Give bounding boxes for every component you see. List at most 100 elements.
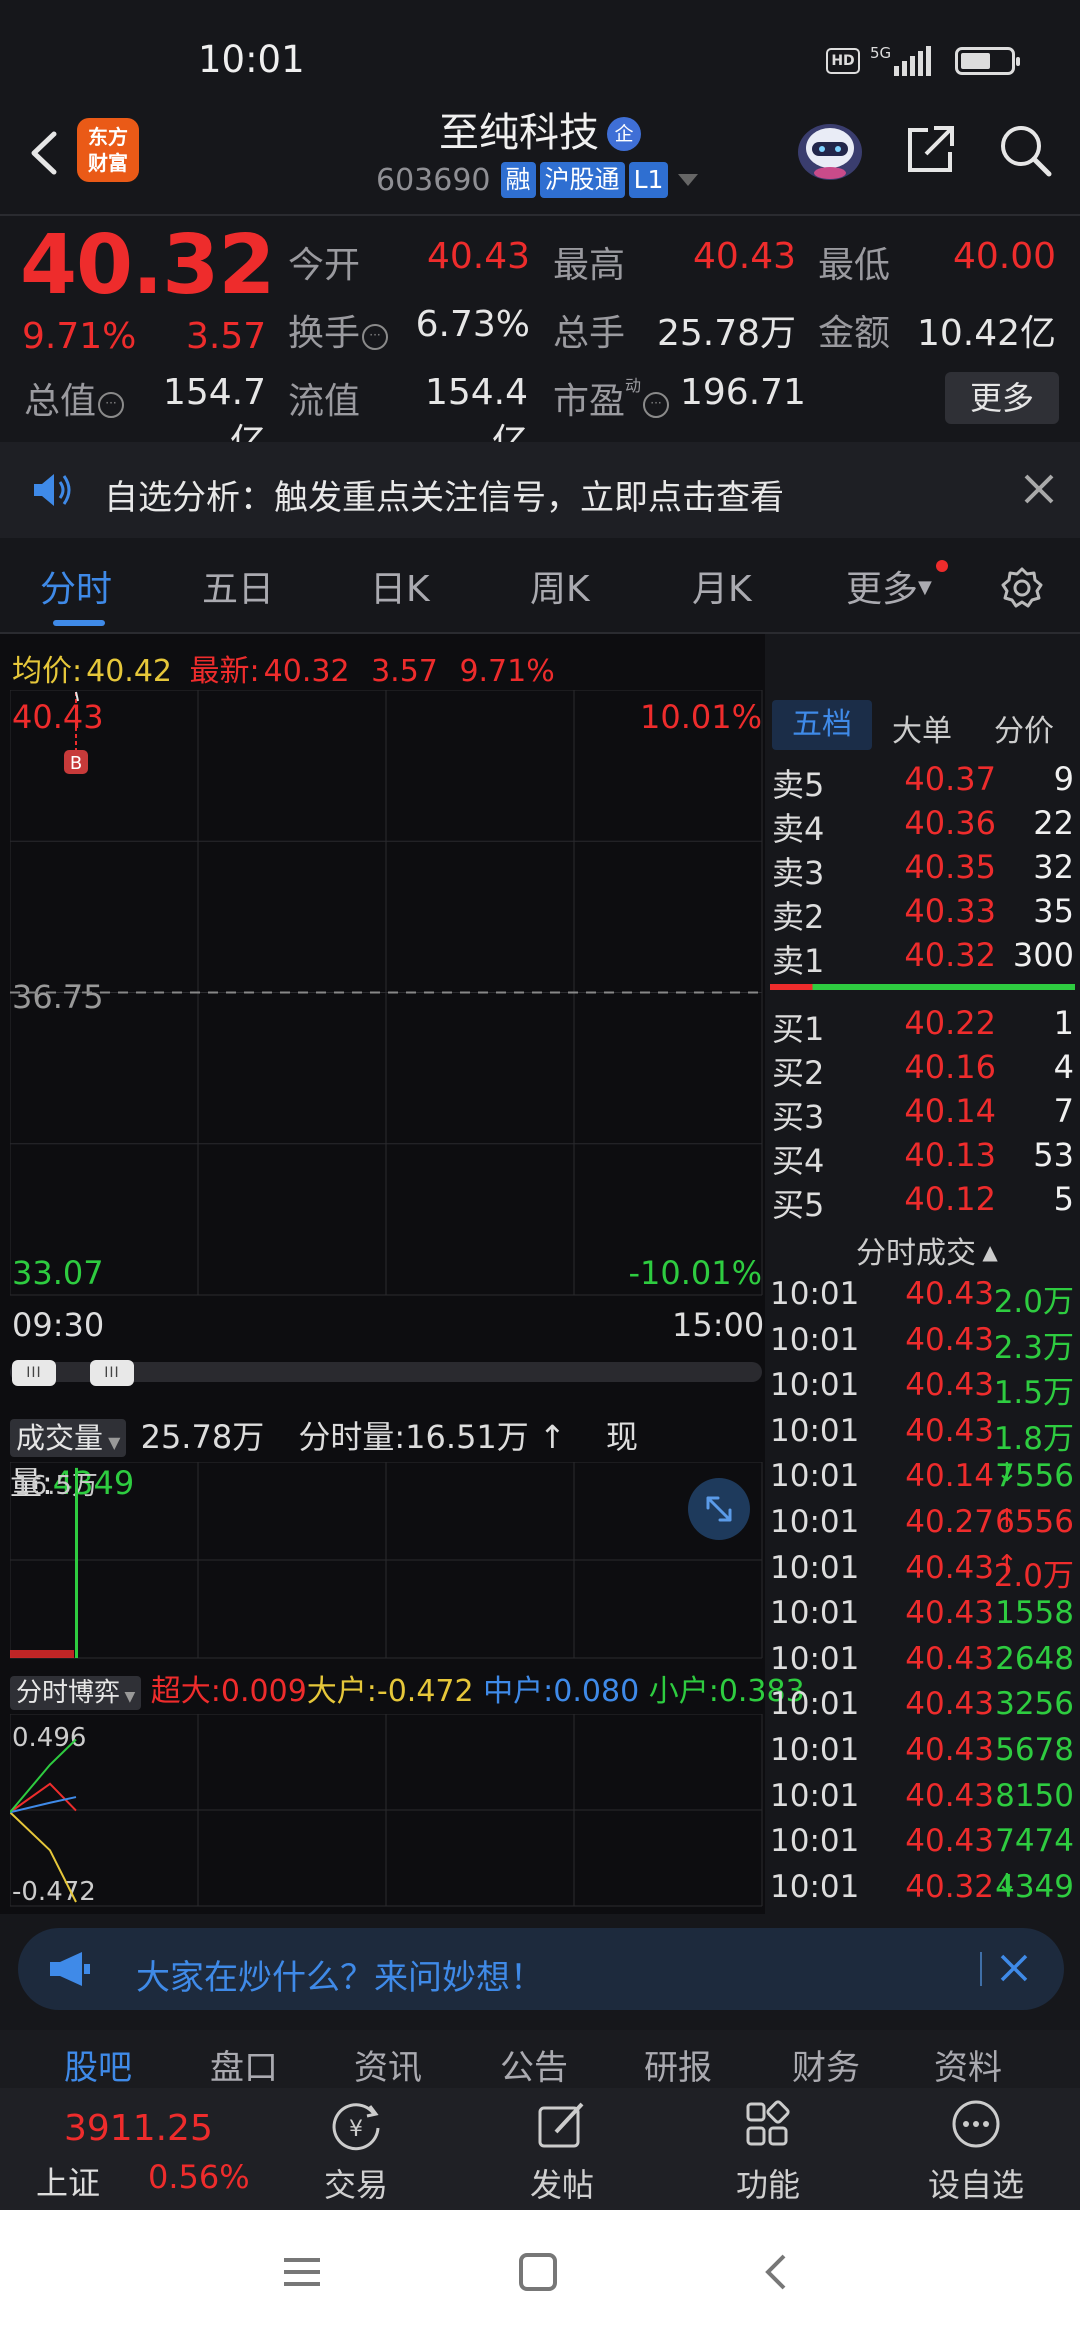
tab-weekly-k[interactable]: 周K	[530, 560, 590, 612]
ask-row[interactable]: 卖2 40.33 35	[772, 892, 1074, 936]
pe-superscript: 动	[625, 376, 642, 395]
tick-time: 10:01	[770, 1686, 860, 1723]
bid-row[interactable]: 买1 40.22 1	[772, 1004, 1074, 1048]
back-arrow-icon[interactable]	[20, 118, 70, 188]
index-name[interactable]: 上证	[36, 2158, 100, 2204]
close-icon[interactable]	[1018, 468, 1060, 510]
slider-handle-right[interactable]: III	[90, 1360, 134, 1386]
orderbook-tab-big-orders[interactable]: 大单	[892, 706, 952, 750]
tab-intraday[interactable]: 分时	[40, 560, 112, 612]
chevron-down-icon[interactable]	[678, 174, 699, 186]
tab-monthly-k[interactable]: 月K	[692, 560, 752, 612]
ask-row[interactable]: 卖1 40.32 300	[772, 936, 1074, 980]
robot-assistant-icon[interactable]	[795, 118, 865, 182]
tab-more[interactable]: 更多▼	[846, 560, 932, 612]
expand-icon[interactable]	[688, 1478, 750, 1540]
low-value: 40.00	[952, 236, 1056, 277]
tick-price: 40.43	[905, 1595, 994, 1632]
nav-post-label: 发帖	[529, 2166, 594, 2204]
volume-label: 总手	[553, 313, 626, 354]
tick-price: 40.43	[905, 1686, 994, 1723]
sub-tab-announcements[interactable]: 公告	[500, 2040, 568, 2084]
bid-row[interactable]: 买2 40.16 4	[772, 1048, 1074, 1092]
sub-tab-news[interactable]: 资讯	[354, 2040, 422, 2084]
y-tick-right-bottom: -10.01%	[628, 1254, 762, 1292]
info-icon[interactable]: ···	[362, 324, 389, 350]
tick-row: 10:01 40.14 ↓ 7556	[770, 1458, 1074, 1502]
index-change-percent[interactable]: 0.56%	[148, 2158, 250, 2196]
sub-tab-finance[interactable]: 财务	[792, 2040, 860, 2084]
tab-five-day[interactable]: 五日	[202, 560, 274, 612]
flow-indicator-dropdown[interactable]: 分时博弈 ▼	[10, 1676, 142, 1710]
ask-level-label: 卖3	[772, 854, 825, 892]
stock-code-row[interactable]: 603690 融 沪股通 L1	[376, 160, 699, 200]
brand-logo[interactable]: 东方 财富	[77, 118, 139, 182]
search-icon[interactable]	[995, 120, 1055, 180]
latest-value: 40.32	[263, 654, 350, 689]
pe-label[interactable]: 市盈动···	[553, 372, 670, 424]
volume-value: 25.78万	[656, 313, 796, 354]
info-icon[interactable]: ···	[98, 392, 125, 418]
tick-row: 10:01 40.43 8150	[770, 1778, 1074, 1822]
capital-flow-chart[interactable]: 0.496 -0.472	[10, 1714, 765, 1910]
home-icon[interactable]	[516, 2250, 560, 2294]
price-chart[interactable]: 40.43 36.75 33.07 10.01% -10.01% B	[10, 690, 765, 1300]
last-price: 40.32	[20, 218, 275, 313]
enterprise-badge: 企	[607, 117, 641, 151]
volume-indicator-dropdown[interactable]: 成交量 ▼	[10, 1419, 127, 1457]
nav-trade[interactable]: ¥ 交易	[296, 2098, 416, 2206]
orderbook-tab-five-levels[interactable]: 五档	[772, 700, 872, 750]
orderbook-tab-price-dist[interactable]: 分价	[994, 706, 1054, 750]
speaker-icon	[34, 474, 71, 506]
market-cap-label[interactable]: 总值 ···	[24, 372, 125, 424]
sub-tab-profile[interactable]: 资料	[934, 2040, 1002, 2084]
capital-flow-header: 分时博弈 ▼ 超大:0.009大户:-0.472 中户:0.080 小户:0.3…	[10, 1666, 805, 1710]
tab-active-indicator	[53, 620, 105, 626]
slider-handle-left[interactable]: III	[12, 1360, 56, 1386]
bid-price: 40.12	[904, 1180, 996, 1218]
tab-daily-k[interactable]: 日K	[370, 560, 430, 612]
more-quote-button[interactable]: 更多	[945, 372, 1059, 424]
sub-tab-order-book[interactable]: 盘口	[210, 2040, 278, 2084]
tick-price: 40.14	[905, 1458, 994, 1495]
menu-icon[interactable]	[280, 2250, 324, 2294]
ask-level-label: 卖2	[772, 898, 825, 936]
ask-quantity: 9	[1053, 760, 1074, 798]
stock-code: 603690	[376, 162, 491, 198]
ask-row[interactable]: 卖4 40.36 22	[772, 804, 1074, 848]
turnover-label[interactable]: 换手 ···	[288, 304, 389, 356]
back-icon[interactable]	[756, 2250, 800, 2294]
tick-row: 10:01 40.43 1.5万	[770, 1367, 1074, 1411]
nav-functions[interactable]: 功能	[708, 2098, 828, 2206]
gear-icon[interactable]	[1000, 566, 1044, 610]
nav-post[interactable]: 发帖	[502, 2098, 622, 2206]
bid-level-label: 买5	[772, 1186, 825, 1224]
index-value[interactable]: 3911.25	[64, 2108, 213, 2149]
bid-level-label: 买4	[772, 1142, 825, 1180]
volume-chart[interactable]: 16.5万	[10, 1462, 765, 1662]
latest-percent: 9.71%	[459, 654, 555, 689]
bid-row[interactable]: 买5 40.12 5	[772, 1180, 1074, 1224]
ask-row[interactable]: 卖5 40.37 9	[772, 760, 1074, 804]
nav-add-watchlist[interactable]: 设自选	[916, 2098, 1036, 2206]
caret-down-icon: ▼	[120, 1689, 136, 1705]
share-icon[interactable]	[900, 120, 960, 180]
bid-row[interactable]: 买3 40.14 7	[772, 1092, 1074, 1136]
notice-text[interactable]: 自选分析：触发重点关注信号，立即点击查看	[104, 470, 784, 519]
bid-row[interactable]: 买4 40.13 53	[772, 1136, 1074, 1180]
close-icon[interactable]	[996, 1950, 1032, 1986]
tick-volume: 1558	[995, 1595, 1074, 1632]
tick-time: 10:01	[770, 1458, 860, 1495]
ask-banner-text[interactable]: 大家在炒什么？来问妙想！	[136, 1950, 544, 1999]
sub-tab-forum[interactable]: 股吧	[64, 2040, 132, 2084]
tick-price: 40.43	[905, 1367, 994, 1404]
ask-row[interactable]: 卖3 40.35 32	[772, 848, 1074, 892]
info-icon[interactable]: ···	[643, 392, 670, 418]
ticks-header[interactable]: 分时成交 ▲	[856, 1228, 998, 1272]
sub-tab-research[interactable]: 研报	[644, 2040, 712, 2084]
ask-price: 40.37	[904, 760, 996, 798]
tick-volume: 3256	[995, 1686, 1074, 1723]
volume-grid	[10, 1462, 763, 1659]
tick-price: 40.43	[905, 1549, 994, 1586]
tick-row: 10:01 40.43 7474	[770, 1823, 1074, 1867]
